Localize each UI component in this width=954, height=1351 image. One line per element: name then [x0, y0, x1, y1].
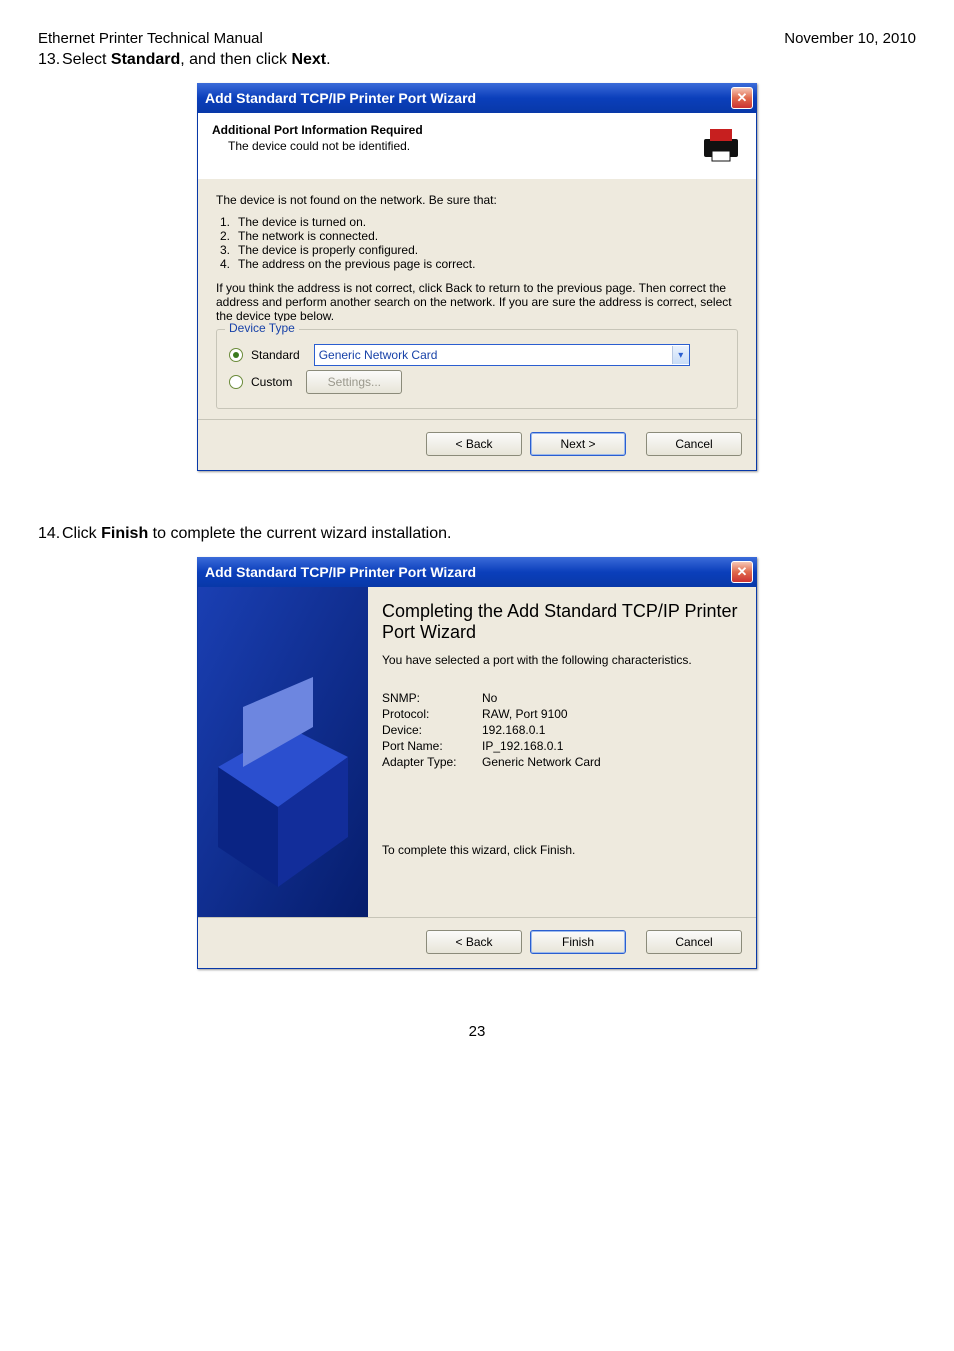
dialog-title: Add Standard TCP/IP Printer Port Wizard — [205, 90, 476, 106]
list-item: The device is turned on. — [238, 215, 366, 229]
page-number: 23 — [38, 1023, 916, 1040]
finish-button[interactable]: Finish — [530, 930, 626, 954]
group-legend: Device Type — [225, 321, 299, 335]
intro-text: The device is not found on the network. … — [216, 193, 738, 207]
completion-heading: Completing the Add Standard TCP/IP Print… — [382, 601, 738, 643]
next-button[interactable]: Next > — [530, 432, 626, 456]
dialog-title: Add Standard TCP/IP Printer Port Wizard — [205, 564, 476, 580]
manual-title: Ethernet Printer Technical Manual — [38, 30, 263, 47]
list-item: The device is properly configured. — [238, 243, 418, 257]
combo-value: Generic Network Card — [319, 348, 438, 362]
finish-instruction: To complete this wizard, click Finish. — [382, 843, 738, 857]
kv-row: SNMP:No — [382, 691, 738, 705]
list-item: The address on the previous page is corr… — [238, 257, 475, 271]
kv-row: Protocol:RAW, Port 9100 — [382, 707, 738, 721]
radio-standard[interactable] — [229, 348, 243, 362]
cancel-button[interactable]: Cancel — [646, 432, 742, 456]
step-14-num: 14. — [38, 525, 62, 543]
titlebar[interactable]: Add Standard TCP/IP Printer Port Wizard … — [197, 557, 757, 587]
completion-sub: You have selected a port with the follow… — [382, 653, 738, 667]
titlebar[interactable]: Add Standard TCP/IP Printer Port Wizard … — [197, 83, 757, 113]
back-button[interactable]: < Back — [426, 432, 522, 456]
kv-row: Device:192.168.0.1 — [382, 723, 738, 737]
guidance-text: If you think the address is not correct,… — [216, 281, 738, 323]
step-13: 13.Select Standard, and then click Next. — [38, 51, 916, 69]
cancel-button[interactable]: Cancel — [646, 930, 742, 954]
step-13-num: 13. — [38, 51, 62, 69]
radio-custom-label: Custom — [251, 375, 292, 389]
wizard-dialog-2: Add Standard TCP/IP Printer Port Wizard … — [197, 557, 757, 969]
kv-row: Port Name:IP_192.168.0.1 — [382, 739, 738, 753]
chevron-down-icon[interactable]: ▾ — [672, 346, 689, 364]
close-icon: ✕ — [737, 564, 748, 580]
list-item: The network is connected. — [238, 229, 378, 243]
close-button[interactable]: ✕ — [731, 87, 753, 109]
wizard-dialog-1: Add Standard TCP/IP Printer Port Wizard … — [197, 83, 757, 471]
kv-row: Adapter Type:Generic Network Card — [382, 755, 738, 769]
device-type-group: Device Type Standard Generic Network Car… — [216, 329, 738, 409]
manual-date: November 10, 2010 — [784, 30, 916, 47]
close-icon: ✕ — [737, 90, 748, 106]
radio-standard-label: Standard — [251, 348, 300, 362]
device-type-combo[interactable]: Generic Network Card ▾ — [314, 344, 690, 366]
close-button[interactable]: ✕ — [731, 561, 753, 583]
wizard-sidebar — [198, 587, 368, 917]
header-title: Additional Port Information Required — [212, 123, 423, 137]
header-subtitle: The device could not be identified. — [212, 139, 423, 153]
settings-button: Settings... — [306, 370, 402, 394]
printer-icon — [700, 123, 742, 165]
step-14: 14.Click Finish to complete the current … — [38, 525, 916, 543]
radio-custom[interactable] — [229, 375, 243, 389]
back-button[interactable]: < Back — [426, 930, 522, 954]
